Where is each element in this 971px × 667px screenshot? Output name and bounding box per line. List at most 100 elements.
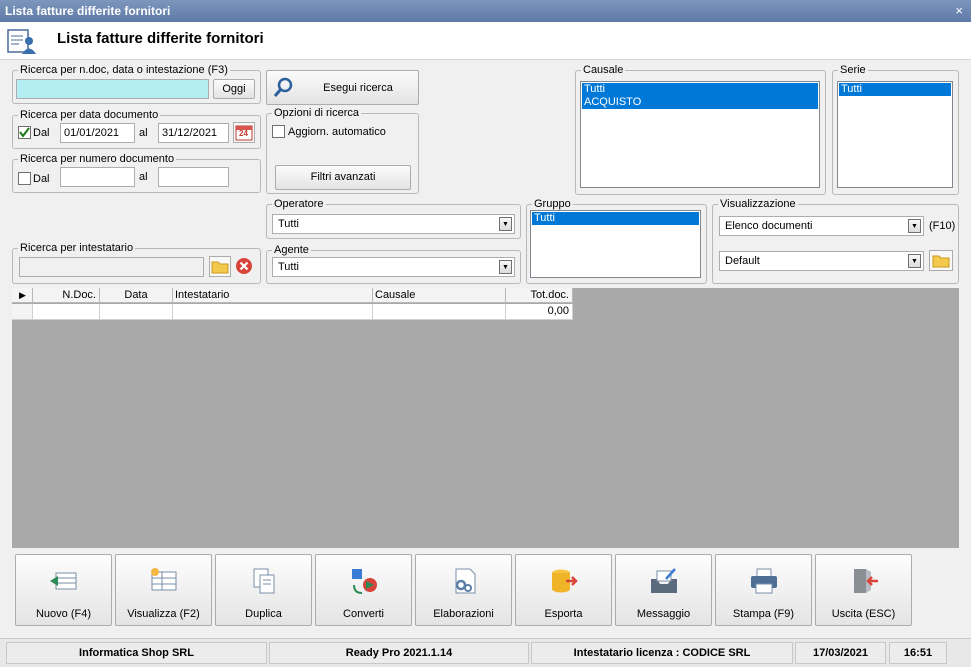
nuovo-label: Nuovo (F4) <box>35 608 92 620</box>
operatore-select[interactable]: Tutti ▼ <box>272 214 515 234</box>
converti-label: Converti <box>343 608 384 620</box>
calendar-day: 24 <box>239 129 248 138</box>
documents-grid[interactable]: ▶ N.Doc. Data Intestatario Causale Tot.d… <box>12 288 959 548</box>
visualizza-label: Visualizza (F2) <box>127 608 200 620</box>
calendar-icon[interactable]: 24 <box>233 122 255 143</box>
invoice-list-icon <box>7 29 36 54</box>
number-to-label: al <box>139 171 148 183</box>
number-to-input[interactable] <box>158 167 229 187</box>
column-header-intestatario[interactable]: Intestatario <box>173 288 373 303</box>
duplica-button[interactable]: Duplica <box>215 554 312 626</box>
visualizzazione-legend: Visualizzazione <box>718 197 798 211</box>
close-icon[interactable]: × <box>955 0 963 22</box>
serie-item[interactable]: Tutti <box>839 83 951 96</box>
esporta-button[interactable]: Esporta <box>515 554 612 626</box>
folder-graphic <box>211 261 229 274</box>
window-titlebar[interactable]: Lista fatture differite fornitori <box>0 0 971 22</box>
table-cell[interactable] <box>373 304 506 320</box>
row-pointer-icon: ▶ <box>19 290 26 300</box>
number-search-legend: Ricerca per numero documento <box>18 152 177 166</box>
table-cell[interactable]: 0,00 <box>506 304 573 320</box>
status-time: 16:51 <box>889 642 947 664</box>
stampa-button[interactable]: Stampa (F9) <box>715 554 812 626</box>
folder-icon[interactable] <box>929 250 953 271</box>
layout-value: Default <box>725 255 760 267</box>
export-icon <box>552 569 578 593</box>
auto-update-label: Aggiorn. automatico <box>288 126 386 138</box>
date-search-legend: Ricerca per data documento <box>18 108 161 122</box>
layout-select[interactable]: Default ▼ <box>719 251 924 271</box>
agente-select[interactable]: Tutti ▼ <box>272 257 515 277</box>
gruppo-listbox[interactable]: Tutti <box>530 210 701 278</box>
column-header-ndoc[interactable]: N.Doc. <box>33 288 100 303</box>
search-input[interactable] <box>16 79 209 99</box>
search-options-legend: Opzioni di ricerca <box>272 106 361 120</box>
intestatario-input[interactable] <box>19 257 204 277</box>
intestatario-legend: Ricerca per intestatario <box>18 241 136 255</box>
folder-graphic <box>932 255 950 268</box>
status-version: Ready Pro 2021.1.14 <box>269 642 529 664</box>
nuovo-button[interactable]: Nuovo (F4) <box>15 554 112 626</box>
message-icon <box>651 568 677 593</box>
duplica-label: Duplica <box>245 608 282 620</box>
table-cell[interactable] <box>173 304 373 320</box>
clear-graphic <box>236 258 252 274</box>
causale-item[interactable]: Tutti <box>582 83 818 96</box>
serie-listbox[interactable]: Tutti <box>837 81 953 188</box>
esporta-label: Esporta <box>544 608 583 620</box>
table-cell[interactable] <box>100 304 173 320</box>
execute-search-label: Esegui ricerca <box>323 82 393 94</box>
visualizza-button[interactable]: Visualizza (F2) <box>115 554 212 626</box>
view-mode-select[interactable]: Elenco documenti ▼ <box>719 216 924 236</box>
search-icon <box>273 77 293 97</box>
uscita-button[interactable]: Uscita (ESC) <box>815 554 912 626</box>
row-indicator-header: ▶ <box>12 288 33 303</box>
operatore-value: Tutti <box>278 218 299 230</box>
date-from-input[interactable]: 01/01/2021 <box>60 123 135 143</box>
new-document-icon <box>50 572 77 590</box>
messaggio-button[interactable]: Messaggio <box>615 554 712 626</box>
execute-search-button[interactable]: Esegui ricerca <box>266 70 419 105</box>
stampa-label: Stampa (F9) <box>732 608 795 620</box>
column-header-data[interactable]: Data <box>100 288 173 303</box>
elaborazioni-label: Elaborazioni <box>433 608 494 620</box>
causale-listbox[interactable]: Tutti ACQUISTO <box>580 81 820 188</box>
chevron-down-icon[interactable]: ▼ <box>908 254 921 268</box>
number-from-label: Dal <box>33 173 50 185</box>
status-license: Intestatario licenza : CODICE SRL <box>531 642 793 664</box>
clear-icon[interactable] <box>234 256 256 277</box>
number-from-input[interactable] <box>60 167 135 187</box>
column-header-causale[interactable]: Causale <box>373 288 506 303</box>
printer-icon <box>751 568 777 594</box>
causale-item[interactable]: ACQUISTO <box>582 96 818 109</box>
duplicate-icon <box>253 568 275 594</box>
check-icon <box>19 127 30 138</box>
uscita-label: Uscita (ESC) <box>831 608 896 620</box>
view-mode-shortcut: (F10) <box>929 220 956 232</box>
elaborazioni-button[interactable]: Elaborazioni <box>415 554 512 626</box>
auto-update-checkbox[interactable] <box>272 125 285 138</box>
agente-value: Tutti <box>278 261 299 273</box>
row-indicator[interactable] <box>12 304 33 320</box>
folder-icon[interactable] <box>209 256 231 277</box>
page-title: Lista fatture differite fornitori <box>57 30 264 47</box>
page-header: Lista fatture differite fornitori <box>0 22 971 60</box>
status-date: 17/03/2021 <box>795 642 886 664</box>
chevron-down-icon[interactable]: ▼ <box>908 219 921 233</box>
processing-icon <box>455 568 476 594</box>
advanced-filters-button[interactable]: Filtri avanzati <box>275 165 411 190</box>
gruppo-item[interactable]: Tutti <box>532 212 699 225</box>
messaggio-label: Messaggio <box>636 608 691 620</box>
number-search-checkbox[interactable] <box>18 172 31 185</box>
chevron-down-icon[interactable]: ▼ <box>499 217 512 231</box>
date-search-checkbox[interactable] <box>18 126 31 139</box>
search-text-legend: Ricerca per n.doc, data o intestazione (… <box>18 63 230 77</box>
gruppo-legend: Gruppo <box>532 197 573 211</box>
chevron-down-icon[interactable]: ▼ <box>499 260 512 274</box>
exit-icon <box>854 569 878 593</box>
date-to-input[interactable]: 31/12/2021 <box>158 123 229 143</box>
table-cell[interactable] <box>33 304 100 320</box>
column-header-totdoc[interactable]: Tot.doc. <box>506 288 573 303</box>
converti-button[interactable]: Converti <box>315 554 412 626</box>
oggi-button[interactable]: Oggi <box>213 79 255 99</box>
